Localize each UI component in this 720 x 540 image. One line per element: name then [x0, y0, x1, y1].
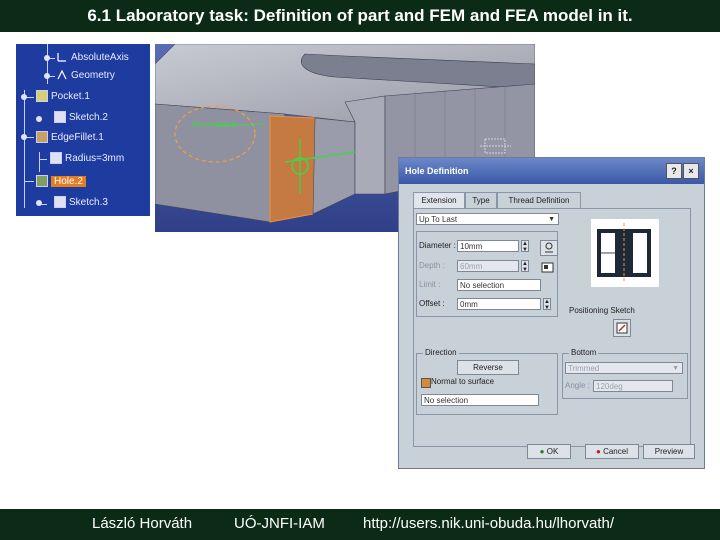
- reverse-button[interactable]: Reverse: [457, 360, 519, 375]
- diameter-spinner[interactable]: ▲ ▼: [521, 240, 529, 253]
- help-button[interactable]: ?: [666, 163, 682, 179]
- bottom-type-select[interactable]: Trimmed ▼: [565, 362, 683, 374]
- direction-group: Direction Reverse Normal to surface No s…: [416, 348, 558, 415]
- pocket-icon: [36, 90, 48, 103]
- tree-item-absoluteaxis[interactable]: AbsoluteAxis: [56, 50, 129, 66]
- tree-item-label: Radius=3mm: [65, 153, 125, 164]
- fillet-icon: [36, 131, 48, 144]
- depth-spinner[interactable]: ▲ ▼: [521, 260, 529, 273]
- positioning-sketch-button[interactable]: [613, 319, 631, 337]
- footer-url[interactable]: http://users.nik.uni-obuda.hu/lhorvath/: [363, 509, 614, 538]
- limit-label: Limit :: [419, 280, 441, 289]
- tree-item-label: Geometry: [71, 70, 115, 81]
- depth-label: Depth :: [419, 261, 445, 270]
- chevron-down-icon: ▼: [672, 365, 679, 372]
- axis-icon: [56, 51, 68, 63]
- tab-extension[interactable]: Extension: [413, 192, 465, 209]
- dialog-title: Hole Definition: [405, 166, 469, 176]
- direction-caption: Direction: [423, 348, 459, 358]
- slide-title: 6.1 Laboratory task: Definition of part …: [0, 0, 720, 32]
- tree-item-label: Hole.2: [51, 176, 86, 187]
- tree-item-edgefillet[interactable]: EdgeFillet.1: [36, 130, 104, 146]
- tree-item-label: Sketch.2: [69, 112, 108, 123]
- angle-label: Angle :: [565, 381, 590, 390]
- footer-institute: UÓ-JNFI-IAM: [234, 515, 325, 532]
- limit-field[interactable]: No selection: [457, 279, 541, 291]
- diameter-field[interactable]: 10mm: [457, 240, 519, 252]
- sketch-icon: [616, 322, 628, 334]
- tree-item-label: Sketch.3: [69, 197, 108, 208]
- cancel-label: Cancel: [603, 447, 628, 456]
- slide-footer: László Horváth UÓ-JNFI-IAM http://users.…: [0, 509, 720, 540]
- normal-to-surface-label: Normal to surface: [431, 377, 495, 386]
- extension-type-value: Up To Last: [419, 215, 458, 224]
- ok-label: OK: [546, 447, 559, 456]
- chevron-down-icon: ▼: [548, 216, 555, 223]
- tree-item-pocket[interactable]: Pocket.1: [36, 89, 90, 105]
- tree-item-hole[interactable]: Hole.2: [36, 174, 86, 190]
- tab-thread-definition[interactable]: Thread Definition: [497, 192, 581, 208]
- tree-item-radius[interactable]: Radius=3mm: [50, 151, 124, 167]
- ok-button[interactable]: ● OK: [527, 444, 571, 459]
- bottom-group: Bottom Trimmed ▼ Angle : 120deg: [562, 348, 688, 399]
- angle-field[interactable]: 120deg: [593, 380, 673, 392]
- bottom-caption: Bottom: [569, 348, 599, 358]
- extension-panel: Up To Last ▼ Diameter : 10mm ▲ ▼ Depth : …: [413, 208, 691, 447]
- positioning-sketch-label: Positioning Sketch: [569, 306, 635, 315]
- tree-item-sketch-2[interactable]: Sketch.2: [54, 110, 108, 126]
- offset-label: Offset :: [419, 299, 445, 308]
- extension-type-select[interactable]: Up To Last ▼: [416, 213, 559, 225]
- sketch-icon: [54, 111, 66, 124]
- hole-icon: [36, 175, 48, 188]
- offset-field[interactable]: 0mm: [457, 298, 541, 310]
- normal-to-surface-checkbox[interactable]: [421, 378, 431, 388]
- viewport-axis-label: AbsoluteAxis: [191, 120, 237, 129]
- geometry-icon: [56, 69, 68, 81]
- preview-button[interactable]: Preview: [643, 444, 695, 459]
- diameter-label: Diameter :: [419, 241, 456, 250]
- tree-item-label: EdgeFillet.1: [51, 132, 104, 143]
- depth-formula-icon[interactable]: [540, 260, 556, 274]
- specification-tree[interactable]: AbsoluteAxis Geometry Pocket.1 Sketch.2 …: [16, 44, 150, 216]
- diameter-formula-icon[interactable]: [540, 240, 558, 256]
- tree-item-sketch-3[interactable]: Sketch.3: [54, 195, 108, 211]
- cancel-icon: ●: [596, 447, 601, 456]
- hole-preview-diagram: [591, 219, 659, 287]
- bottom-type-value: Trimmed: [568, 364, 600, 373]
- depth-field[interactable]: 60mm: [457, 260, 519, 272]
- dialog-title-bar[interactable]: Hole Definition ? ×: [399, 158, 704, 184]
- footer-author: László Horváth: [92, 515, 193, 532]
- ok-icon: ●: [539, 447, 545, 456]
- tree-item-label: Pocket.1: [51, 91, 90, 102]
- limits-group: Diameter : 10mm ▲ ▼ Depth : 60mm ▲ ▼ Limit…: [416, 231, 558, 317]
- cancel-button[interactable]: ● Cancel: [585, 444, 639, 459]
- close-button[interactable]: ×: [683, 163, 699, 179]
- offset-spinner[interactable]: ▲ ▼: [543, 298, 551, 311]
- tab-type[interactable]: Type: [465, 192, 497, 208]
- tree-item-label: AbsoluteAxis: [71, 52, 129, 63]
- radius-icon: [50, 152, 62, 165]
- tree-item-geometry[interactable]: Geometry: [56, 68, 115, 84]
- direction-selection-field[interactable]: No selection: [421, 394, 539, 406]
- hole-definition-dialog[interactable]: Hole Definition ? × Extension Type Threa…: [398, 157, 705, 469]
- sketch-icon: [54, 196, 66, 209]
